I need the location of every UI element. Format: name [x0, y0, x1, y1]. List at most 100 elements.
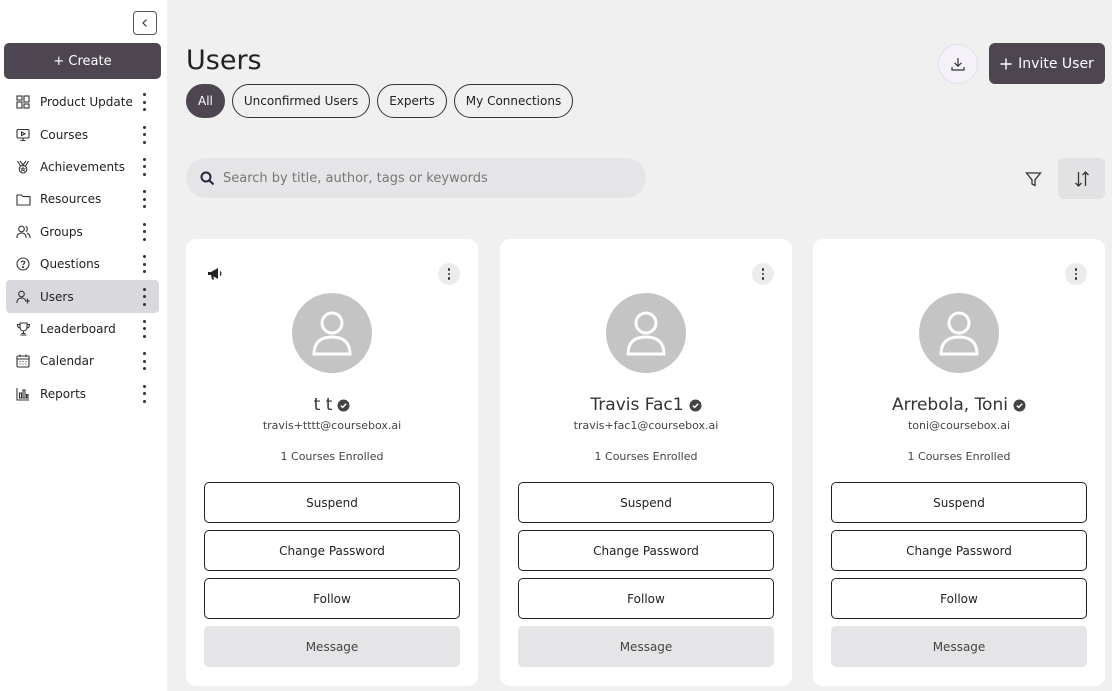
sidebar-item-menu[interactable] — [139, 157, 149, 177]
trophy-icon — [15, 321, 31, 337]
user-courses-count: 1 Courses Enrolled — [907, 450, 1011, 463]
verified-icon — [689, 399, 702, 411]
card-menu-button[interactable] — [438, 263, 460, 285]
megaphone-icon — [206, 265, 224, 283]
user-avatar-icon — [312, 311, 352, 356]
follow-button[interactable]: Follow — [204, 578, 460, 619]
user-email: travis+fac1@coursebox.ai — [573, 419, 719, 432]
filter-chip-all[interactable]: All — [186, 84, 225, 118]
user-courses-count: 1 Courses Enrolled — [594, 450, 698, 463]
sidebar-item-label: Leaderboard — [40, 321, 116, 336]
invite-user-button[interactable]: Invite User — [989, 43, 1105, 84]
invite-user-label: Invite User — [1018, 55, 1094, 72]
search-icon — [200, 171, 215, 185]
user-email: travis+tttt@coursebox.ai — [262, 419, 402, 432]
sidebar-item-label: Reports — [40, 386, 87, 401]
avatar — [919, 293, 999, 373]
user-name: t t — [186, 395, 478, 415]
sidebar-item-product-update[interactable]: Product Update — [6, 86, 159, 118]
search-bar — [186, 158, 646, 198]
message-button[interactable]: Message — [204, 626, 460, 667]
filter-chips: All Unconfirmed Users Experts My Connect… — [186, 84, 574, 118]
sidebar: + Create Product Update Courses Achievem… — [0, 0, 167, 691]
sidebar-item-reports[interactable]: Reports — [6, 378, 159, 410]
filter-chip-my-connections[interactable]: My Connections — [453, 84, 574, 118]
sidebar-item-menu[interactable] — [139, 92, 149, 112]
sidebar-item-label: Product Update — [40, 95, 133, 110]
card-menu-button[interactable] — [1065, 263, 1087, 285]
presentation-icon — [15, 127, 31, 143]
avatar — [606, 293, 686, 373]
user-card: Travis Fac1 travis+fac1@coursebox.ai 1 C… — [500, 239, 792, 686]
dashboard-icon — [15, 94, 31, 110]
sidebar-item-users[interactable]: Users — [6, 280, 159, 313]
sidebar-item-label: Resources — [40, 192, 102, 207]
follow-button[interactable]: Follow — [831, 578, 1087, 619]
filter-chip-experts[interactable]: Experts — [377, 84, 447, 118]
sidebar-item-courses[interactable]: Courses — [6, 118, 159, 150]
change-password-button[interactable]: Change Password — [518, 530, 774, 571]
sidebar-nav: Product Update Courses Achievements Reso… — [6, 86, 159, 410]
card-menu-button[interactable] — [752, 263, 774, 285]
sidebar-item-menu[interactable] — [139, 189, 149, 209]
avatar — [292, 293, 372, 373]
create-button[interactable]: + Create — [4, 43, 161, 79]
sidebar-item-label: Users — [40, 289, 74, 304]
sidebar-item-menu[interactable] — [139, 125, 149, 145]
sidebar-item-leaderboard[interactable]: Leaderboard — [6, 313, 159, 345]
sidebar-item-menu[interactable] — [139, 384, 149, 404]
medal-icon — [15, 159, 31, 175]
calendar-icon — [15, 353, 31, 369]
sidebar-item-menu[interactable] — [139, 351, 149, 371]
suspend-button[interactable]: Suspend — [831, 482, 1087, 523]
sidebar-item-achievements[interactable]: Achievements — [6, 151, 159, 183]
user-card: Arrebola, Toni toni@coursebox.ai 1 Cours… — [813, 239, 1105, 686]
sidebar-item-label: Groups — [40, 224, 83, 239]
user-name-text: t t — [313, 395, 333, 415]
sidebar-item-menu[interactable] — [139, 222, 149, 242]
question-icon — [15, 256, 31, 272]
user-plus-icon — [15, 289, 31, 305]
bar-chart-icon — [15, 386, 31, 402]
suspend-button[interactable]: Suspend — [518, 482, 774, 523]
sidebar-item-menu[interactable] — [139, 287, 149, 307]
plus-icon — [1000, 58, 1012, 69]
sidebar-item-label: Achievements — [40, 159, 126, 174]
sidebar-item-resources[interactable]: Resources — [6, 183, 159, 215]
sidebar-item-calendar[interactable]: Calendar — [6, 345, 159, 377]
suspend-button[interactable]: Suspend — [204, 482, 460, 523]
change-password-button[interactable]: Change Password — [831, 530, 1087, 571]
user-name: Travis Fac1 — [500, 395, 792, 415]
chevron-left-icon — [142, 19, 147, 27]
search-input[interactable] — [223, 170, 623, 186]
message-button[interactable]: Message — [518, 626, 774, 667]
user-name-text: Travis Fac1 — [590, 395, 684, 415]
users-icon — [15, 224, 31, 240]
filter-chip-unconfirmed-users[interactable]: Unconfirmed Users — [231, 84, 371, 118]
page-title: Users — [186, 45, 262, 76]
sidebar-item-groups[interactable]: Groups — [6, 216, 159, 248]
sidebar-item-label: Calendar — [40, 354, 94, 369]
sort-button[interactable] — [1058, 158, 1105, 199]
follow-button[interactable]: Follow — [518, 578, 774, 619]
user-avatar-icon — [626, 311, 666, 356]
filter-icon — [1024, 171, 1042, 187]
sidebar-item-questions[interactable]: Questions — [6, 248, 159, 280]
verified-icon — [1013, 399, 1026, 411]
filter-button[interactable] — [1017, 163, 1049, 195]
sidebar-item-menu[interactable] — [139, 254, 149, 274]
verified-icon — [337, 399, 350, 411]
sort-icon — [1074, 170, 1089, 187]
change-password-button[interactable]: Change Password — [204, 530, 460, 571]
message-button[interactable]: Message — [831, 626, 1087, 667]
collapse-sidebar-button[interactable] — [133, 11, 157, 35]
user-avatar-icon — [939, 311, 979, 356]
user-card: t t travis+tttt@coursebox.ai 1 Courses E… — [186, 239, 478, 686]
user-name-text: Arrebola, Toni — [892, 395, 1008, 415]
sidebar-item-menu[interactable] — [139, 319, 149, 339]
user-name: Arrebola, Toni — [813, 395, 1105, 415]
user-courses-count: 1 Courses Enrolled — [280, 450, 384, 463]
user-email: toni@coursebox.ai — [907, 419, 1011, 432]
download-button[interactable] — [938, 44, 978, 84]
download-icon — [951, 58, 965, 71]
